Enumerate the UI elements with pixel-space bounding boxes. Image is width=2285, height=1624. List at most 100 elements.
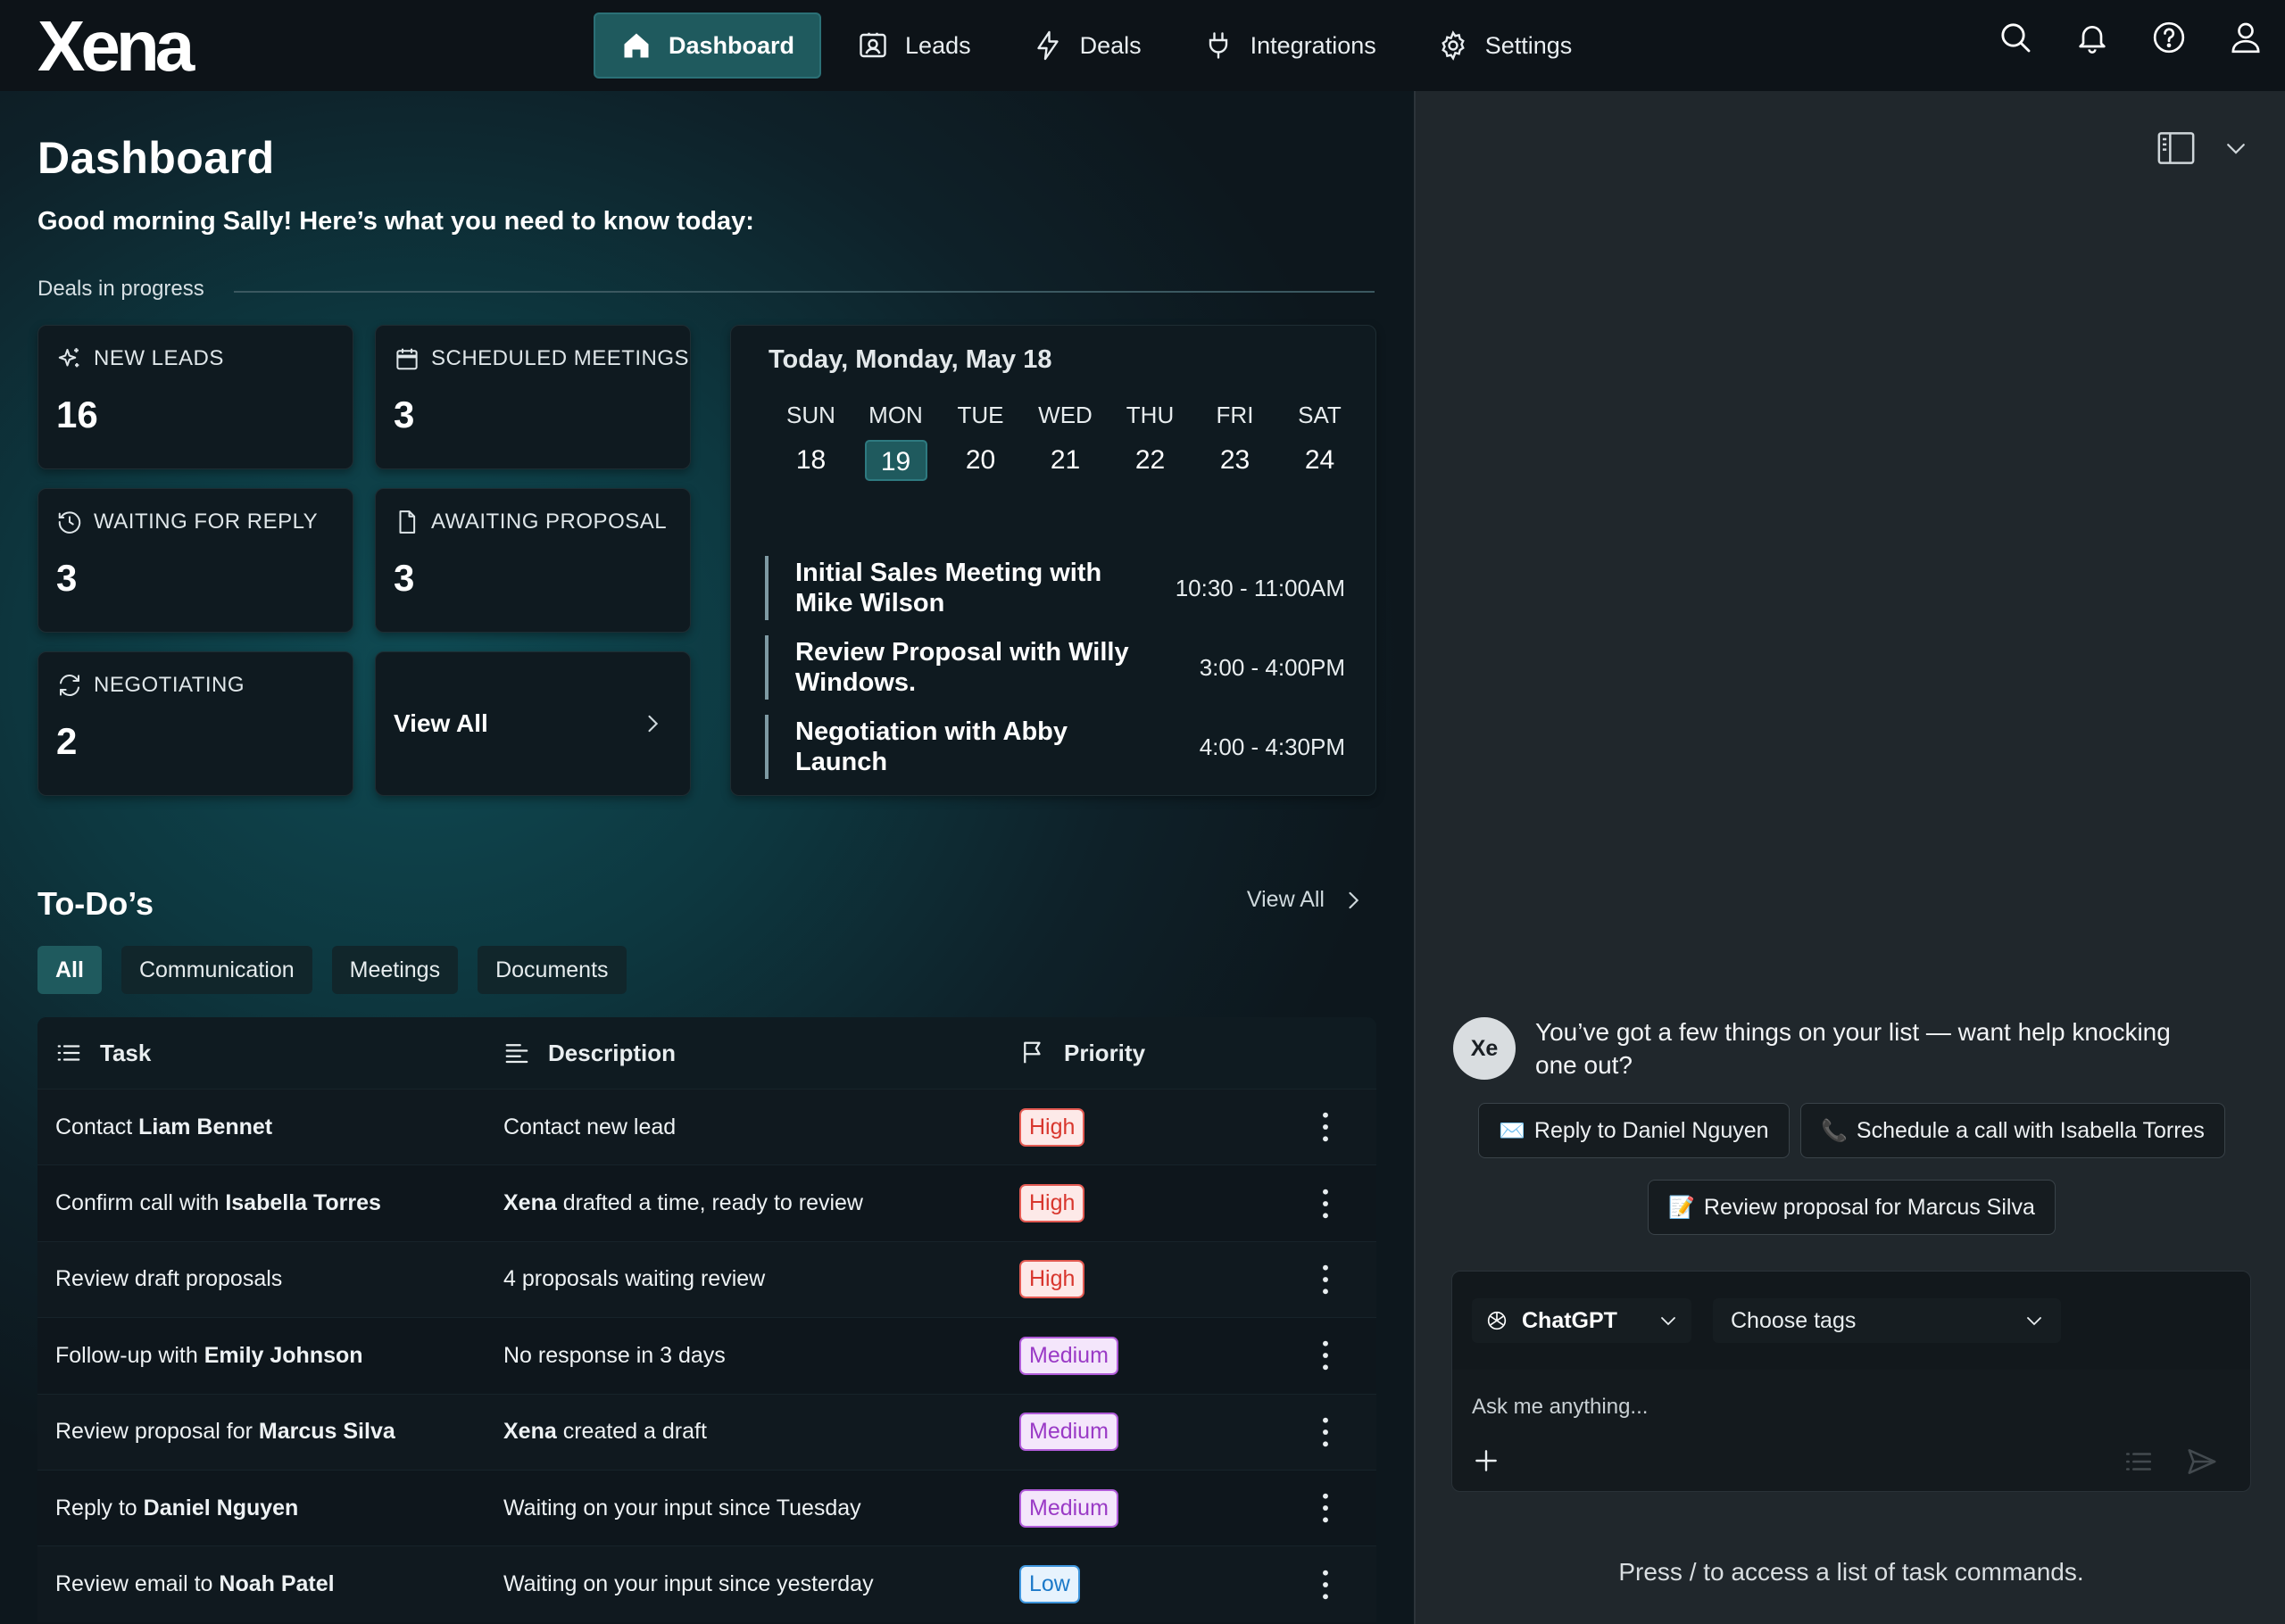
filter-meetings[interactable]: Meetings: [331, 946, 459, 994]
day-of-week: WED: [1038, 402, 1093, 428]
priority-badge: Low: [1019, 1565, 1080, 1604]
desc-text: drafted a time, ready to review: [556, 1190, 863, 1216]
task-text: Review email to: [55, 1571, 220, 1597]
model-name: ChatGPT: [1522, 1307, 1617, 1333]
table-row[interactable]: Review email to Noah Patel Waiting on yo…: [37, 1545, 1376, 1622]
event-item[interactable]: Initial Sales Meeting with Mike Wilson 1…: [765, 556, 1345, 620]
row-menu-button[interactable]: [1312, 1490, 1339, 1526]
nav-leads[interactable]: Leads: [832, 12, 996, 79]
task-cell: Contact Liam Bennet: [55, 1114, 272, 1140]
plus-icon[interactable]: [1472, 1446, 1500, 1475]
stat-card-awaiting-proposal[interactable]: AWAITING PROPOSAL 3: [375, 488, 691, 633]
stat-value: 2: [56, 720, 78, 762]
help-icon[interactable]: [2151, 20, 2187, 55]
calendar-day[interactable]: FRI 23: [1192, 399, 1277, 481]
event-title: Review Proposal with Willy Windows.: [795, 638, 1129, 697]
stat-label: NEGOTIATING: [94, 673, 245, 697]
row-menu-button[interactable]: [1312, 1262, 1339, 1297]
envelope-icon: ✉️: [1499, 1118, 1525, 1143]
day-of-week: FRI: [1216, 402, 1254, 428]
table-row[interactable]: Confirm call with Isabella Torres Xena d…: [37, 1164, 1376, 1240]
list-icon[interactable]: [2123, 1446, 2154, 1477]
stat-value: 3: [394, 394, 415, 435]
row-menu-button[interactable]: [1312, 1414, 1339, 1450]
chevron-right-icon: [1349, 891, 1359, 908]
composer-header: ChatGPT Choose tags: [1452, 1272, 2250, 1370]
deals-section-label: Deals in progress: [37, 277, 204, 301]
sidebar-toggle-icon[interactable]: [2156, 130, 2196, 166]
row-menu-button[interactable]: [1312, 1109, 1339, 1145]
table-header: Task Description Priority: [37, 1017, 1376, 1089]
priority-badge: High: [1019, 1184, 1085, 1223]
bell-icon[interactable]: [2074, 20, 2110, 55]
document-icon: [399, 510, 416, 534]
table-row[interactable]: Contact Liam Bennet Contact new lead Hig…: [37, 1089, 1376, 1165]
table-row[interactable]: Reply to Daniel Nguyen Waiting on your i…: [37, 1469, 1376, 1545]
priority-badge: Medium: [1019, 1488, 1118, 1528]
filter-all[interactable]: All: [37, 946, 102, 994]
page-title: Dashboard: [37, 133, 275, 183]
priority-cell: Medium: [1019, 1488, 1118, 1528]
filter-documents[interactable]: Documents: [478, 946, 627, 994]
more-vertical-icon: [1323, 1189, 1328, 1218]
table-row[interactable]: Review draft proposals 4 proposals waiti…: [37, 1240, 1376, 1318]
description-cell: Xena created a draft: [503, 1419, 707, 1445]
phone-icon: 📞: [1821, 1118, 1848, 1143]
send-icon[interactable]: [2184, 1445, 2220, 1479]
stat-card-new-leads[interactable]: NEW LEADS 16: [37, 325, 353, 469]
nav-settings[interactable]: Settings: [1412, 12, 1598, 79]
table-row[interactable]: Review proposal for Marcus Silva Xena cr…: [37, 1393, 1376, 1470]
event-time: 3:00 - 4:00PM: [1199, 653, 1345, 681]
column-header-task[interactable]: Task: [55, 1040, 151, 1067]
calendar-day[interactable]: THU 22: [1108, 399, 1192, 481]
description-cell: Waiting on your input since yesterday: [503, 1571, 874, 1597]
calendar-day[interactable]: SAT 24: [1277, 399, 1362, 481]
user-icon[interactable]: [2228, 20, 2264, 55]
app-logo[interactable]: Xena: [37, 9, 195, 84]
calendar-day[interactable]: SUN 18: [769, 399, 853, 481]
nav-integrations[interactable]: Integrations: [1177, 12, 1401, 79]
deals-view-all-button[interactable]: View All: [375, 651, 691, 796]
stat-header: NEW LEADS: [56, 345, 224, 372]
calendar-card: Today, Monday, May 18 SUN 18 MON 19 TUE 20 …: [730, 325, 1376, 796]
description-cell: Xena drafted a time, ready to review: [503, 1190, 863, 1216]
column-header-description[interactable]: Description: [503, 1040, 676, 1067]
top-nav-bar: Xena Dashboard Leads Deals Integrations …: [0, 0, 2285, 91]
suggestion-reply-daniel[interactable]: ✉️ Reply to Daniel Nguyen: [1478, 1103, 1790, 1158]
calendar-day[interactable]: WED 21: [1023, 399, 1108, 481]
search-icon[interactable]: [1998, 20, 2033, 55]
todos-view-all-link[interactable]: View All: [1247, 887, 1366, 913]
event-item[interactable]: Negotiation with Abby Launch 4:00 - 4:30…: [765, 715, 1345, 779]
suggestion-schedule-isabella[interactable]: 📞 Schedule a call with Isabella Torres: [1800, 1103, 2225, 1158]
table-row[interactable]: Follow-up with Emily Johnson No response…: [37, 1317, 1376, 1393]
suggestion-label: Schedule a call with Isabella Torres: [1856, 1117, 2205, 1143]
row-menu-button[interactable]: [1312, 1186, 1339, 1222]
event-title: Negotiation with Abby Launch: [795, 717, 1068, 776]
stat-card-scheduled-meetings[interactable]: SCHEDULED MEETINGS 3: [375, 325, 691, 469]
stat-card-negotiating[interactable]: NEGOTIATING 2: [37, 651, 353, 796]
task-text: Review draft proposals: [55, 1266, 283, 1292]
nav-dashboard[interactable]: Dashboard: [594, 12, 822, 79]
nav-settings-label: Settings: [1484, 31, 1573, 59]
column-header-priority[interactable]: Priority: [1019, 1040, 1145, 1067]
chat-input[interactable]: [1472, 1389, 2222, 1425]
list-icon: [57, 1045, 80, 1061]
row-menu-button[interactable]: [1312, 1567, 1339, 1603]
suggestion-review-marcus[interactable]: 📝 Review proposal for Marcus Silva: [1648, 1180, 2056, 1235]
stat-label: NEW LEADS: [94, 346, 224, 370]
filter-communication[interactable]: Communication: [120, 946, 312, 994]
event-item[interactable]: Review Proposal with Willy Windows. 3:00…: [765, 635, 1345, 700]
text-align-icon: [505, 1044, 528, 1064]
calendar-day-today[interactable]: MON 19: [853, 399, 938, 481]
more-vertical-icon: [1323, 1570, 1328, 1599]
refresh-icon: [60, 675, 79, 696]
nav-deals[interactable]: Deals: [1007, 12, 1167, 79]
calendar-day[interactable]: TUE 20: [938, 399, 1023, 481]
tags-selector[interactable]: Choose tags: [1713, 1298, 2061, 1343]
model-selector[interactable]: ChatGPT: [1472, 1298, 1691, 1343]
suggestion-label: Review proposal for Marcus Silva: [1703, 1194, 2035, 1220]
day-of-week: TUE: [957, 402, 1004, 428]
stat-card-waiting-for-reply[interactable]: WAITING FOR REPLY 3: [37, 488, 353, 633]
row-menu-button[interactable]: [1312, 1338, 1339, 1373]
chevron-down-icon[interactable]: [2223, 135, 2249, 162]
